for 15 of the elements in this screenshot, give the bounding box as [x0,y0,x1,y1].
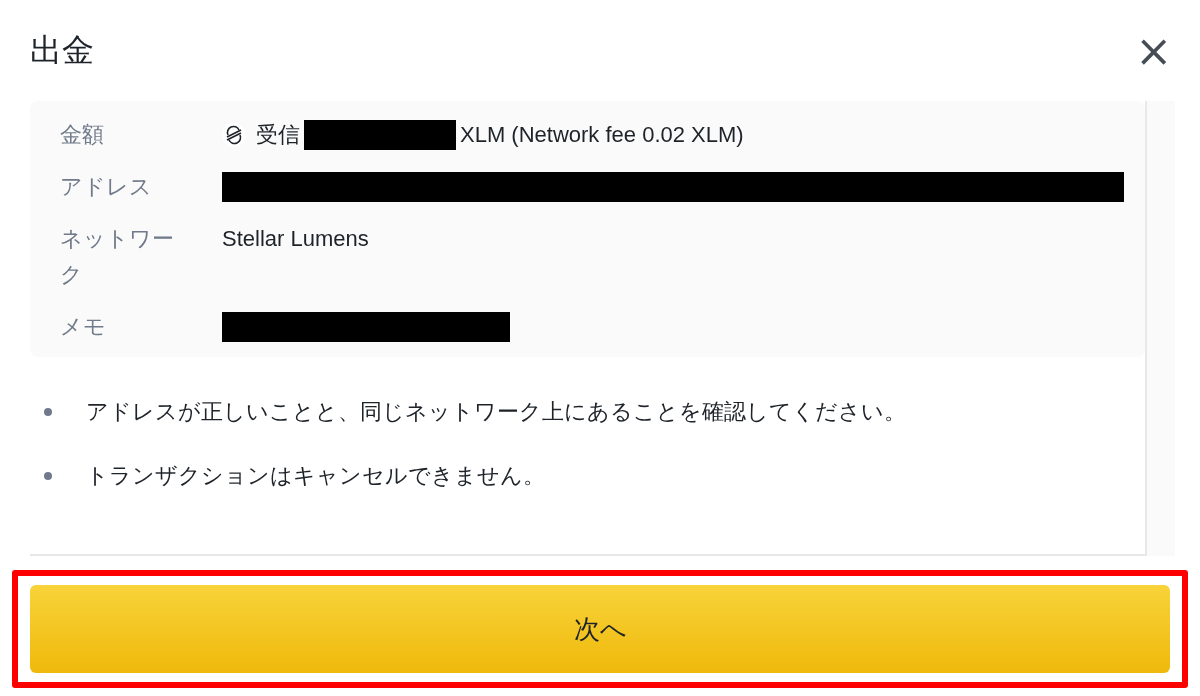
bullet-icon [44,408,52,416]
scrollbar-track[interactable] [1147,101,1175,556]
detail-value: XLM (Network fee 0.02 XLM) [460,122,744,148]
close-button[interactable]: × [1129,29,1178,73]
next-button[interactable]: 次へ [30,585,1170,673]
bullet-icon [44,472,52,480]
detail-value: Stellar Lumens [222,226,369,252]
note-text: アドレスが正しいことと、同じネットワーク上にあることを確認してください。 [86,398,906,426]
detail-label: アドレス [60,173,153,201]
detail-value: 受信 [256,121,300,149]
detail-label: 金額 [60,121,105,149]
dialog-title: 出金 [30,30,94,71]
note-text: トランザクションはキャンセルできません。 [86,462,545,490]
detail-label: ネットワーク [60,225,175,289]
detail-label: メモ [60,313,107,341]
